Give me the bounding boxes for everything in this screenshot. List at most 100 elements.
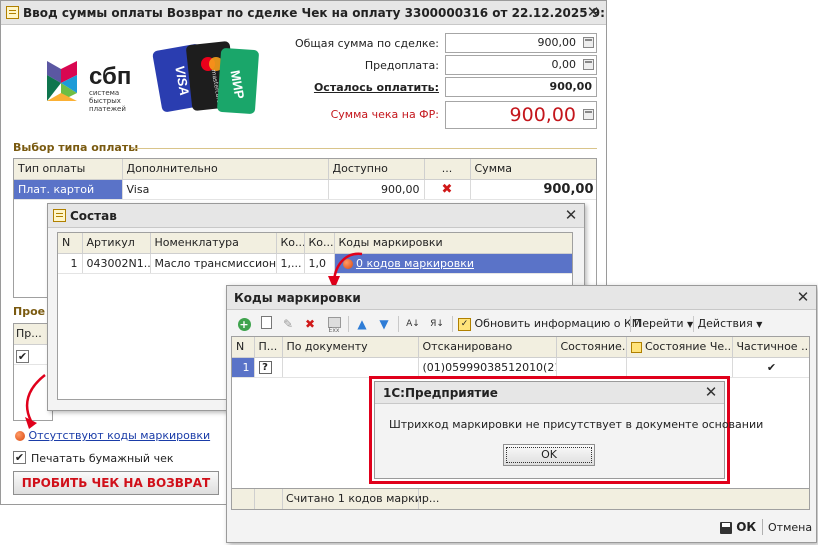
col-p[interactable]: П... xyxy=(254,337,283,358)
footer-separator xyxy=(762,519,763,535)
add-icon[interactable]: + xyxy=(236,316,252,332)
codes-title: Коды маркировки xyxy=(234,291,361,305)
col-dots[interactable]: ... xyxy=(424,159,471,180)
payment-type-cell[interactable]: Плат. картой xyxy=(14,179,123,200)
col-marking-codes[interactable]: Коды маркировки xyxy=(334,233,572,254)
annotation-arrow-icon xyxy=(25,374,46,429)
delete-row-icon[interactable]: ✖ xyxy=(424,179,471,200)
ekx-icon[interactable]: Ехх xyxy=(326,328,342,334)
col-qty1[interactable]: Ко... xyxy=(276,233,305,254)
prepay-field[interactable]: 0,00 xyxy=(445,55,597,75)
scanned-count-text: Считано 1 кодов маркир... xyxy=(286,492,440,505)
goto-menu[interactable]: Перейти ▼ xyxy=(634,316,693,332)
calculator-icon[interactable] xyxy=(583,37,594,48)
col-payment-type[interactable]: Тип оплаты xyxy=(14,159,123,180)
row-check-state xyxy=(626,357,733,378)
remaining-value: 900,00 xyxy=(549,80,592,93)
close-icon[interactable]: ✕ xyxy=(702,383,720,401)
ok-label: ОК xyxy=(736,520,757,534)
main-title-bar[interactable]: Ввод суммы оплаты Возврат по сделке Чек … xyxy=(1,1,606,25)
status-icon xyxy=(630,341,642,353)
col-available[interactable]: Доступно xyxy=(328,159,425,180)
col-n[interactable]: N xyxy=(232,337,255,358)
sbp-logo-icon xyxy=(47,61,77,101)
table-row[interactable]: Плат. картой Visa 900,00 ✖ 900,00 xyxy=(14,179,596,200)
fr-sum-field[interactable]: 900,00 xyxy=(445,101,597,129)
delete-icon[interactable]: ✖ xyxy=(302,316,318,332)
col-nomenclature[interactable]: Номенклатура xyxy=(150,233,277,254)
col-check-state[interactable]: Состояние Че... xyxy=(626,337,733,358)
move-down-icon[interactable]: ▼ xyxy=(376,316,392,332)
extra-cell[interactable]: Visa xyxy=(122,179,329,200)
row-by-document xyxy=(282,357,419,378)
dialog-message: Штрихкод маркировки не присутствует в до… xyxy=(389,418,764,431)
dialog-title-bar[interactable]: 1С:Предприятие ✕ xyxy=(375,382,724,404)
calculator-icon[interactable] xyxy=(583,59,594,70)
prepay-value: 0,00 xyxy=(551,58,577,71)
marking-codes-link[interactable]: 0 кодов маркировки xyxy=(356,257,474,270)
chevron-down-icon: ▼ xyxy=(756,320,763,329)
toolbar-separator xyxy=(452,316,453,332)
row-n: 1 xyxy=(58,253,83,274)
row-scanned: (01)05999038512010(21)... xyxy=(418,357,557,378)
footer-separator xyxy=(282,489,283,509)
close-icon[interactable]: ✕ xyxy=(584,3,602,21)
checks-section-title: Прое xyxy=(13,305,46,318)
goto-label: Перейти xyxy=(634,317,684,330)
row-p[interactable]: ? xyxy=(254,357,283,378)
sort-desc-icon[interactable]: Я↓ xyxy=(428,316,446,332)
close-icon[interactable]: ✕ xyxy=(562,206,580,224)
col-sum[interactable]: Сумма xyxy=(470,159,596,180)
row-article: 043002N1... xyxy=(82,253,151,274)
col-extra[interactable]: Дополнительно xyxy=(122,159,329,180)
section-divider xyxy=(131,148,597,149)
row-marking-codes[interactable]: 0 кодов маркировки xyxy=(334,253,572,274)
footer-separator xyxy=(254,489,255,509)
dialog-ok-button[interactable]: OK xyxy=(503,444,595,466)
missing-codes-link[interactable]: Отсутствуют коды маркировки xyxy=(29,429,211,442)
composition-title: Состав xyxy=(70,209,117,223)
save-icon xyxy=(720,521,732,534)
col-by-document[interactable]: По документу xyxy=(282,337,419,358)
col-partial[interactable]: Частичное ... xyxy=(732,337,809,358)
remaining-field: 900,00 xyxy=(445,77,597,97)
payment-type-section-title: Выбор типа оплаты xyxy=(13,141,139,154)
col-scanned[interactable]: Отсканировано xyxy=(418,337,557,358)
fr-sum-label: Сумма чека на ФР: xyxy=(330,108,439,121)
actions-label: Действия xyxy=(697,317,753,330)
sbp-name: сбп xyxy=(89,63,132,90)
col-article[interactable]: Артикул xyxy=(82,233,151,254)
codes-title-bar[interactable]: Коды маркировки ✕ xyxy=(227,286,816,310)
toolbar-separator xyxy=(348,316,349,332)
checkbox[interactable]: ✔ xyxy=(16,349,29,363)
available-cell: 900,00 xyxy=(328,179,425,200)
total-label: Общая сумма по сделке: xyxy=(294,37,439,50)
missing-codes-row[interactable]: Отсутствуют коды маркировки xyxy=(15,429,210,442)
ok-button[interactable]: ОК xyxy=(720,520,756,534)
edit-icon[interactable]: ✎ xyxy=(280,316,296,332)
sort-asc-icon[interactable]: A↓ xyxy=(404,316,422,332)
sum-cell[interactable]: 900,00 xyxy=(470,179,596,200)
print-paper-checkbox[interactable]: ✔ xyxy=(13,451,26,464)
table-row[interactable]: 1 043002N1... Масло трансмиссион... 1,..… xyxy=(58,253,572,274)
cancel-button[interactable]: Отмена xyxy=(768,521,812,534)
copy-icon[interactable] xyxy=(258,316,274,332)
col-state[interactable]: Состояние... xyxy=(556,337,627,358)
actions-menu[interactable]: Действия ▼ xyxy=(697,316,763,332)
close-icon[interactable]: ✕ xyxy=(794,288,812,306)
refresh-km-button[interactable]: ✓ Обновить информацию о КМ xyxy=(458,316,641,332)
calculator-icon[interactable] xyxy=(583,109,594,120)
table-row[interactable]: 1 ? (01)05999038512010(21)... ✔ xyxy=(232,357,809,378)
print-return-button[interactable]: ПРОБИТЬ ЧЕК НА ВОЗВРАТ xyxy=(13,471,219,495)
row-qty1: 1,... xyxy=(276,253,305,274)
composition-title-bar[interactable]: Состав ✕ xyxy=(48,204,584,228)
row-n: 1 xyxy=(232,357,255,378)
refresh-icon: ✓ xyxy=(458,317,471,331)
remaining-label: Осталось оплатить: xyxy=(313,81,439,94)
col-n[interactable]: N xyxy=(58,233,83,254)
row-name: Масло трансмиссион... xyxy=(150,253,277,274)
row-partial[interactable]: ✔ xyxy=(732,357,809,378)
total-amount-field[interactable]: 900,00 xyxy=(445,33,597,53)
move-up-icon[interactable]: ▲ xyxy=(354,316,370,332)
footer-separator xyxy=(418,489,419,509)
